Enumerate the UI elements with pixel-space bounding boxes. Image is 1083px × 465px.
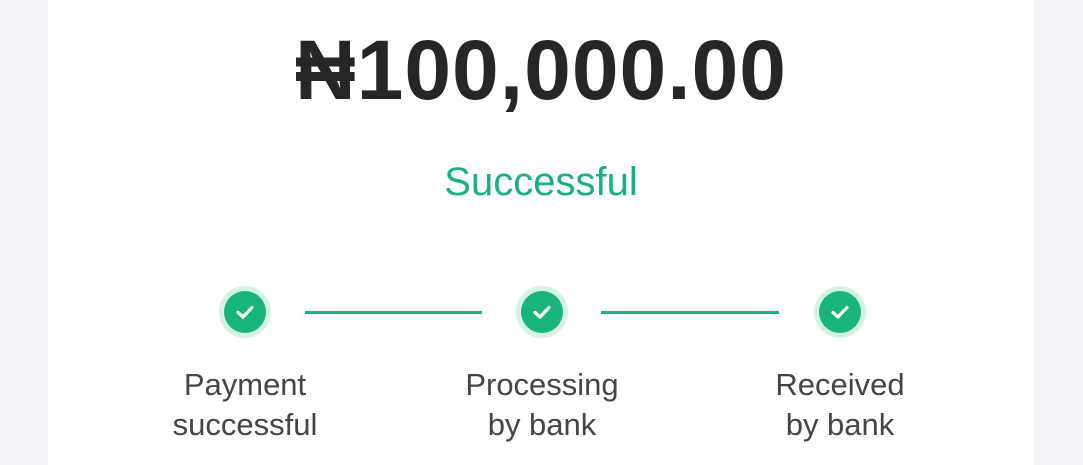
step-received-by-bank-check-icon (814, 286, 866, 338)
step-label-line2: successful (172, 407, 318, 442)
step-processing-by-bank-check-icon (516, 286, 568, 338)
step-label-line1: Received (775, 367, 905, 402)
step-label-received-by-bank: Received by bank (720, 365, 960, 445)
check-icon (236, 305, 254, 319)
step-label-line2: by bank (487, 407, 597, 442)
step-label-line1: Processing (465, 367, 619, 402)
transaction-status: Successful (444, 160, 638, 204)
step-label-line2: by bank (785, 407, 895, 442)
step-label-payment-successful: Payment successful (125, 365, 365, 445)
step-payment-successful-check-icon (219, 286, 271, 338)
check-icon (831, 305, 849, 319)
step-label-line1: Payment (183, 367, 307, 402)
check-icon (533, 305, 551, 319)
step-connector-2 (601, 311, 779, 314)
step-label-processing-by-bank: Processing by bank (422, 365, 662, 445)
step-connector-1 (305, 311, 482, 314)
transaction-status-card: ₦100,000.00 Successful Payment successfu… (48, 0, 1034, 465)
transaction-amount: ₦100,000.00 (294, 23, 788, 117)
